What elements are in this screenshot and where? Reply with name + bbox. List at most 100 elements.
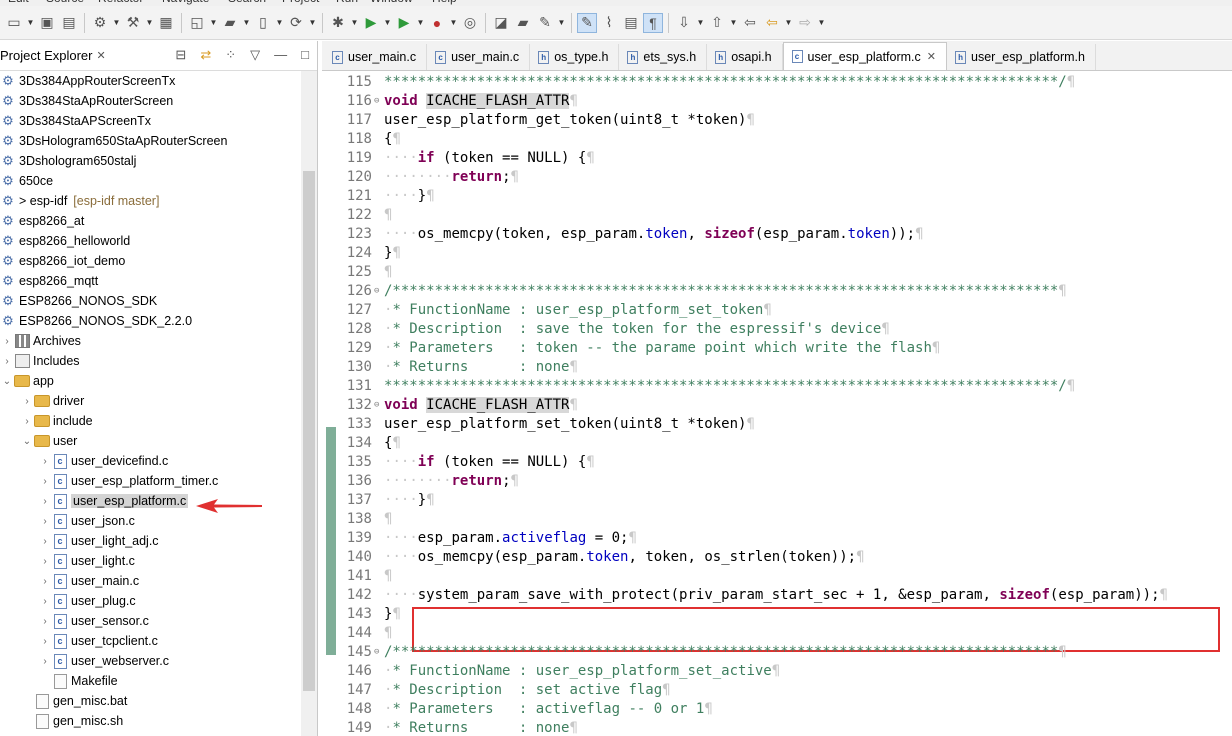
expanded-twisty-icon[interactable]: ⌄ [20,436,34,447]
collapsed-twisty-icon[interactable]: › [38,496,52,507]
gear-dropdown-icon[interactable]: ▼ [112,18,121,27]
word-wrap-icon[interactable]: ▤ [621,13,641,33]
code-line[interactable]: 146 ·* FunctionName : user_esp_platform_s… [322,661,780,680]
tree-item[interactable]: ⚙ esp8266_at [0,211,300,231]
minimize-icon[interactable]: — [274,47,287,63]
collapsed-twisty-icon[interactable]: › [38,476,52,487]
fold-toggle-icon[interactable]: ⊖ [374,286,384,296]
menu-help[interactable]: Help [432,0,457,5]
save-all-icon[interactable]: ▤ [59,13,79,33]
editor-tab[interactable]: c user_main.c [427,44,531,70]
code-line[interactable]: 130 ·* Returns : none¶ [322,357,578,376]
tree-item[interactable]: ⚙ 3Dshologram650stalj [0,151,300,171]
next-annotation-icon[interactable]: ⇩ [674,13,694,33]
editor-tab[interactable]: c user_esp_platform.c ✕ [782,42,948,70]
filter-icon[interactable]: ⁘ [225,47,236,63]
explorer-scroll-thumb[interactable] [303,171,315,691]
code-line[interactable]: 118 {¶ [322,129,401,148]
show-whitespace-icon[interactable]: ¶ [643,12,663,33]
stop-dropdown-icon[interactable]: ▼ [449,18,458,27]
tree-item[interactable]: ⚙ 3Ds384AppRouterScreenTx [0,71,300,91]
tree-item[interactable]: gen_misc.bat [0,691,300,711]
debug-bug-icon[interactable]: ✱ [328,13,348,33]
collapsed-twisty-icon[interactable]: › [38,656,52,667]
tree-item[interactable]: Makefile [0,671,300,691]
code-line[interactable]: 115 *************************************… [322,72,1075,91]
prev-annotation-dropdown-icon[interactable]: ▼ [729,18,738,27]
editor-tab[interactable]: h user_esp_platform.h [947,44,1096,70]
tree-item[interactable]: › driver [0,391,300,411]
run-icon[interactable]: ▶ [361,13,381,33]
tree-item[interactable]: › c user_sensor.c [0,611,300,631]
collapsed-twisty-icon[interactable]: › [38,636,52,647]
code-line[interactable]: 143}¶ [322,604,401,623]
tree-item[interactable]: ⚙ 3DsHologram650StaApRouterScreen [0,131,300,151]
code-line[interactable]: 142 ····system_param_save_with_protect(pr… [322,585,1168,604]
last-edit-icon[interactable]: ⇦ [740,13,760,33]
tree-item[interactable]: ⚙ ESP8266_NONOS_SDK [0,291,300,311]
code-line[interactable]: 135 ····if (token == NULL) {¶ [322,452,595,471]
forward-icon[interactable]: ⇨ [795,13,815,33]
refresh-dropdown-icon[interactable]: ▼ [308,18,317,27]
code-line[interactable]: 131 *************************************… [322,376,1075,395]
code-line[interactable]: 127 ·* FunctionName : user_esp_platform_s… [322,300,772,319]
open-folder-icon[interactable]: ▰ [220,13,240,33]
open-type-icon[interactable]: ◪ [491,13,511,33]
collapsed-twisty-icon[interactable]: › [20,416,34,427]
menu-window[interactable]: Window [370,0,413,5]
project-explorer-title[interactable]: Project Explorer [0,48,96,63]
code-line[interactable]: 137 ····}¶ [322,490,435,509]
code-line[interactable]: 117 user_esp_platform_get_token(uint8_t *… [322,110,755,129]
code-line[interactable]: 122 ¶ [322,205,393,224]
block-selection-icon[interactable]: ⌇ [599,13,619,33]
collapsed-twisty-icon[interactable]: › [38,516,52,527]
debug-dropdown-icon[interactable]: ▼ [350,18,359,27]
menu-source[interactable]: Source [46,0,84,5]
tree-item[interactable]: › c user_webserver.c [0,651,300,671]
tree-item[interactable]: ⚙ 3Ds384StaAPScreenTx [0,111,300,131]
tree-item[interactable]: ⌄ app [0,371,300,391]
tree-item[interactable]: › c user_main.c [0,571,300,591]
tree-item[interactable]: › c user_light_adj.c [0,531,300,551]
menu-project[interactable]: Project [282,0,319,5]
code-line[interactable]: 128 ·* Description : save the token for t… [322,319,890,338]
run-external-icon[interactable]: ▶ [394,13,414,33]
collapsed-twisty-icon[interactable]: › [38,576,52,587]
menu-search[interactable]: Search [228,0,266,5]
tree-item[interactable]: › c user_json.c [0,511,300,531]
external-dropdown-icon[interactable]: ▼ [416,18,425,27]
code-line[interactable]: 138 ¶ [322,509,393,528]
collapsed-twisty-icon[interactable]: › [38,456,52,467]
code-line[interactable]: 129 ·* Parameters : token -- the parame p… [322,338,941,357]
editor-tab[interactable]: h os_type.h [530,44,620,70]
header-dropdown-icon[interactable]: ▼ [275,18,284,27]
tree-item[interactable]: ⌄ user [0,431,300,451]
tree-item[interactable]: › c user_plug.c [0,591,300,611]
collapsed-twisty-icon[interactable]: › [38,556,52,567]
code-line[interactable]: 125 ¶ [322,262,393,281]
collapsed-twisty-icon[interactable]: › [0,336,14,347]
save-icon[interactable]: ▣ [37,13,57,33]
code-line[interactable]: 119 ····if (token == NULL) {¶ [322,148,595,167]
search-icon[interactable]: ✎ [535,13,555,33]
explorer-scrollbar[interactable] [301,71,317,736]
view-menu-icon[interactable]: ▽ [250,47,260,63]
tree-item[interactable]: ⚙ 650ce [0,171,300,191]
code-line[interactable]: 124}¶ [322,243,401,262]
collapsed-twisty-icon[interactable]: › [38,596,52,607]
tree-item[interactable]: › Archives [0,331,300,351]
search-dropdown-icon[interactable]: ▼ [557,18,566,27]
fold-toggle-icon[interactable]: ⊖ [374,96,384,106]
menu-navigate[interactable]: Navigate [162,0,209,5]
code-line[interactable]: 116 ⊖ void ICACHE_FLASH_ATTR¶ [322,91,578,110]
code-line[interactable]: 144 ¶ [322,623,393,642]
code-line[interactable]: 141 ¶ [322,566,393,585]
tree-item[interactable]: ⚙ esp8266_mqtt [0,271,300,291]
code-line[interactable]: 120 ········return;¶ [322,167,519,186]
code-line[interactable]: 133 user_esp_platform_set_token(uint8_t *… [322,414,755,433]
tree-item[interactable]: gen_misc.sh [0,711,300,731]
gear-icon[interactable]: ⚙ [90,13,110,33]
new-dropdown-icon[interactable]: ▼ [26,18,35,27]
tree-item[interactable]: › Includes [0,351,300,371]
tree-item[interactable]: ⚙ ESP8266_NONOS_SDK_2.2.0 [0,311,300,331]
